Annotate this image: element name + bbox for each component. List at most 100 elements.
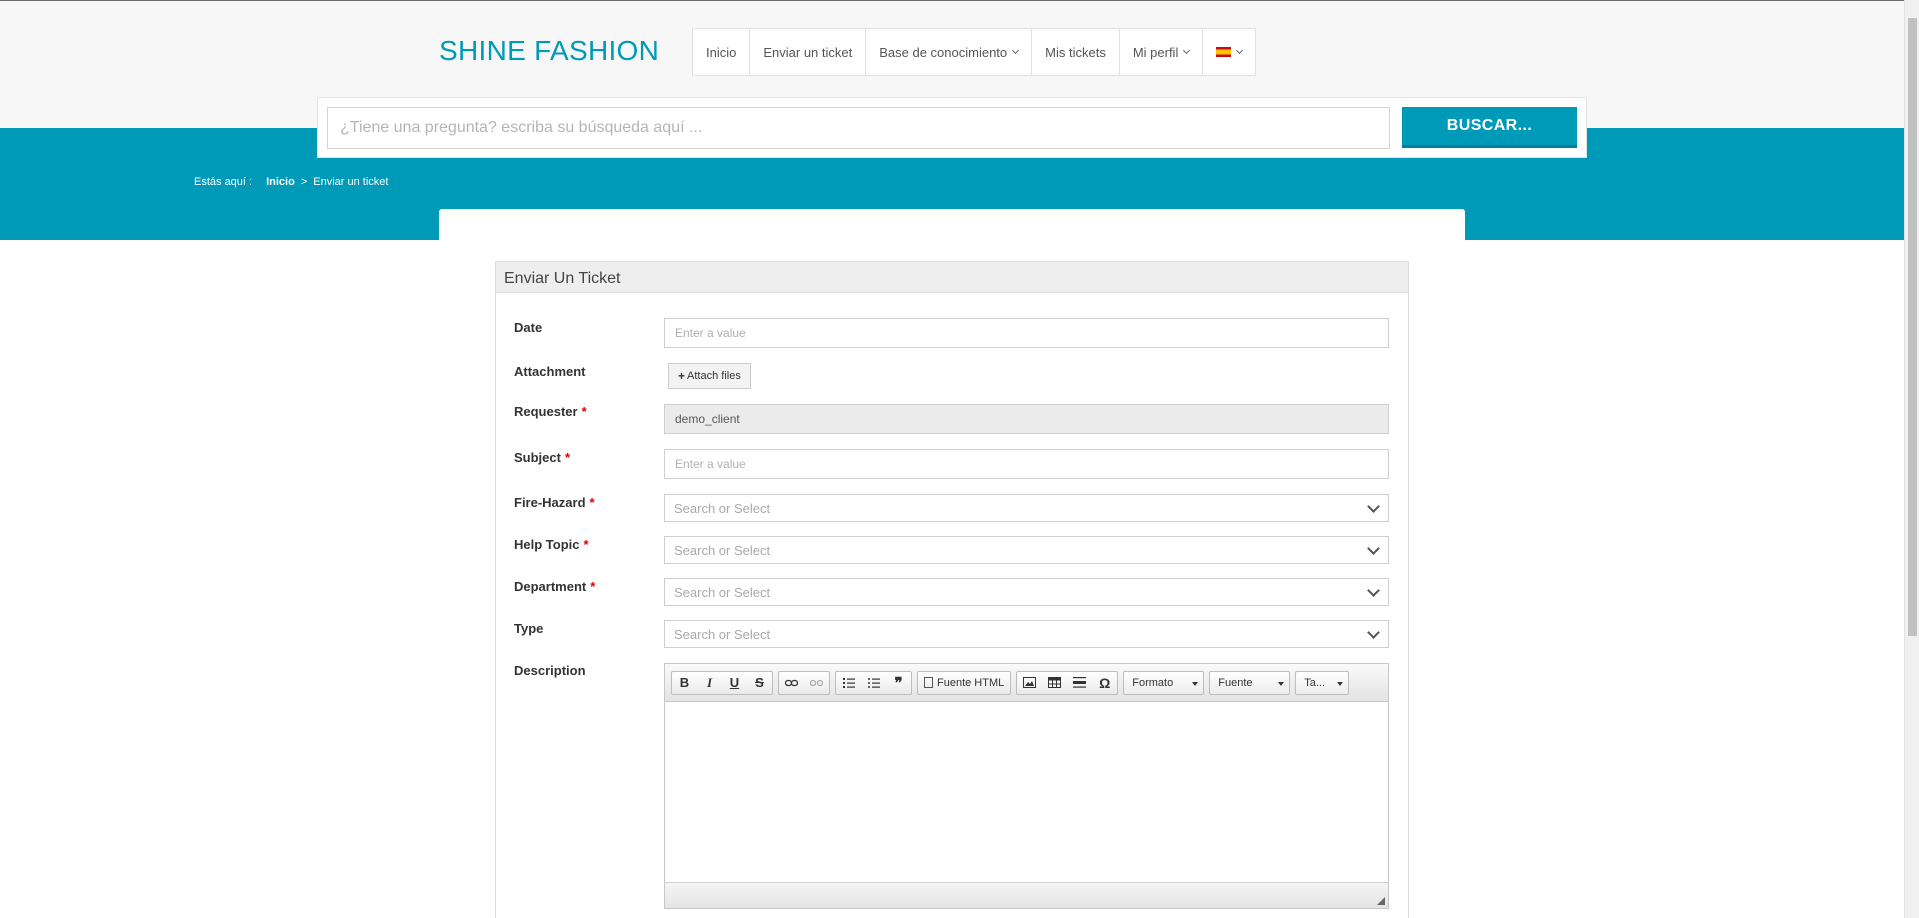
breadcrumb-separator: >	[300, 176, 308, 188]
department-label: Department *	[514, 579, 595, 594]
site-logo[interactable]: SHINE FASHION	[439, 35, 659, 67]
breadcrumb: Estás aquí : Inicio > Enviar un ticket	[194, 176, 388, 188]
description-editor: B I U S ❞ Fuente HTML Ω Formato Fuente T…	[664, 663, 1389, 909]
ticket-form-panel: Enviar Un Ticket Date Attachment +Attach…	[495, 261, 1409, 918]
image-icon	[1023, 677, 1037, 688]
nav-item-label: Enviar un ticket	[763, 44, 853, 60]
horizontal-line-button[interactable]	[1067, 672, 1092, 694]
requester-field: demo_client	[664, 404, 1389, 434]
italic-button[interactable]: I	[697, 672, 722, 694]
search-input[interactable]	[327, 107, 1390, 149]
breadcrumb-prefix: Estás aquí :	[194, 176, 253, 188]
nav-item-label: Mi perfil	[1132, 44, 1179, 60]
date-field[interactable]	[664, 318, 1389, 348]
attachment-label: Attachment	[514, 364, 586, 379]
type-select[interactable]: Search or Select	[664, 620, 1389, 648]
attach-files-label: Attach files	[687, 370, 741, 382]
image-button[interactable]	[1017, 672, 1042, 694]
editor-toolbar: B I U S ❞ Fuente HTML Ω Formato Fuente T…	[665, 664, 1388, 702]
main-nav: Inicio Enviar un ticket Base de conocimi…	[692, 28, 1257, 76]
nav-item-inicio[interactable]: Inicio	[693, 29, 751, 75]
subject-field[interactable]	[664, 449, 1389, 479]
blockquote-button[interactable]: ❞	[886, 672, 911, 694]
requester-value: demo_client	[675, 412, 740, 426]
date-label: Date	[514, 320, 542, 335]
size-dropdown[interactable]: Ta...	[1295, 670, 1350, 695]
department-select[interactable]: Search or Select	[664, 578, 1389, 606]
html-source-label: Fuente HTML	[937, 676, 1005, 689]
underline-button[interactable]: U	[722, 672, 747, 694]
format-dropdown[interactable]: Formato	[1123, 670, 1205, 695]
description-text-area[interactable]	[665, 702, 1388, 882]
source-group: Fuente HTML	[917, 670, 1012, 695]
table-button[interactable]	[1042, 672, 1067, 694]
required-marker: *	[564, 450, 571, 465]
nav-item-label: Base de conocimiento	[879, 44, 1008, 60]
form-title: Enviar Un Ticket	[496, 262, 1408, 293]
type-label: Type	[514, 621, 543, 636]
help-topic-select[interactable]: Search or Select	[664, 536, 1389, 564]
dropdown-arrow-icon	[1192, 681, 1199, 686]
bulleted-list-button[interactable]	[861, 672, 886, 694]
text-style-group: B I U S	[671, 670, 773, 695]
strikethrough-button[interactable]: S	[747, 672, 772, 694]
required-marker: *	[581, 404, 587, 419]
chevron-down-icon	[1183, 46, 1191, 54]
type-placeholder: Search or Select	[674, 626, 771, 642]
html-source-button[interactable]: Fuente HTML	[918, 672, 1010, 694]
format-label: Formato	[1132, 676, 1174, 689]
required-marker: *	[590, 579, 596, 594]
search-bar: BUSCAR...	[317, 97, 1587, 158]
unlink-icon	[810, 679, 823, 686]
description-label: Description	[514, 663, 586, 678]
chevron-down-icon	[1367, 542, 1380, 555]
link-group	[778, 670, 830, 695]
attach-files-button[interactable]: + Attach files	[668, 363, 751, 389]
subject-label-text: Subject	[514, 450, 561, 465]
breadcrumb-home-link[interactable]: Inicio	[266, 176, 295, 188]
requester-label-text: Requester	[514, 404, 578, 419]
plus-icon: +	[678, 369, 686, 383]
numbered-list-icon	[842, 677, 855, 688]
search-button[interactable]: BUSCAR...	[1402, 107, 1577, 148]
link-icon	[785, 679, 798, 686]
fire-hazard-label: Fire-Hazard *	[514, 495, 595, 510]
editor-footer	[665, 882, 1388, 908]
help-topic-label: Help Topic *	[514, 537, 589, 552]
chevron-down-icon	[1367, 584, 1380, 597]
numbered-list-button[interactable]	[836, 672, 861, 694]
horizontal-line-icon	[1073, 677, 1087, 688]
special-char-button[interactable]: Ω	[1092, 672, 1117, 694]
link-button[interactable]	[779, 672, 804, 694]
document-icon	[924, 677, 933, 688]
dropdown-arrow-icon	[1337, 681, 1344, 686]
list-group: ❞	[835, 670, 912, 695]
help-topic-placeholder: Search or Select	[674, 542, 771, 558]
resize-handle-icon[interactable]	[1377, 897, 1385, 905]
nav-item-enviar-ticket[interactable]: Enviar un ticket	[750, 29, 867, 75]
bold-button[interactable]: B	[672, 672, 697, 694]
fire-hazard-placeholder: Search or Select	[674, 500, 771, 516]
nav-item-mi-perfil[interactable]: Mi perfil	[1120, 29, 1204, 75]
unlink-button[interactable]	[804, 672, 829, 694]
requester-label: Requester *	[514, 404, 587, 419]
date-label-text: Date	[514, 320, 543, 335]
table-icon	[1048, 677, 1062, 688]
page-scrollbar[interactable]	[1904, 0, 1919, 918]
scrollbar-thumb[interactable]	[1908, 18, 1917, 636]
chevron-down-icon	[1367, 500, 1380, 513]
fire-hazard-select[interactable]: Search or Select	[664, 494, 1389, 522]
nav-item-mis-tickets[interactable]: Mis tickets	[1032, 29, 1120, 75]
fire-hazard-label-text: Fire-Hazard	[514, 495, 586, 510]
department-placeholder: Search or Select	[674, 584, 771, 600]
required-marker: *	[589, 495, 595, 510]
help-topic-label-text: Help Topic	[514, 537, 580, 552]
font-dropdown[interactable]: Fuente	[1209, 670, 1291, 695]
chevron-down-icon	[1367, 626, 1380, 639]
language-selector[interactable]	[1203, 29, 1255, 75]
nav-item-base-conocimiento[interactable]: Base de conocimiento	[866, 29, 1033, 75]
bulleted-list-icon	[867, 677, 880, 688]
chevron-down-icon	[1012, 46, 1020, 54]
description-label-text: Description	[514, 663, 586, 678]
nav-item-label: Inicio	[706, 44, 737, 60]
